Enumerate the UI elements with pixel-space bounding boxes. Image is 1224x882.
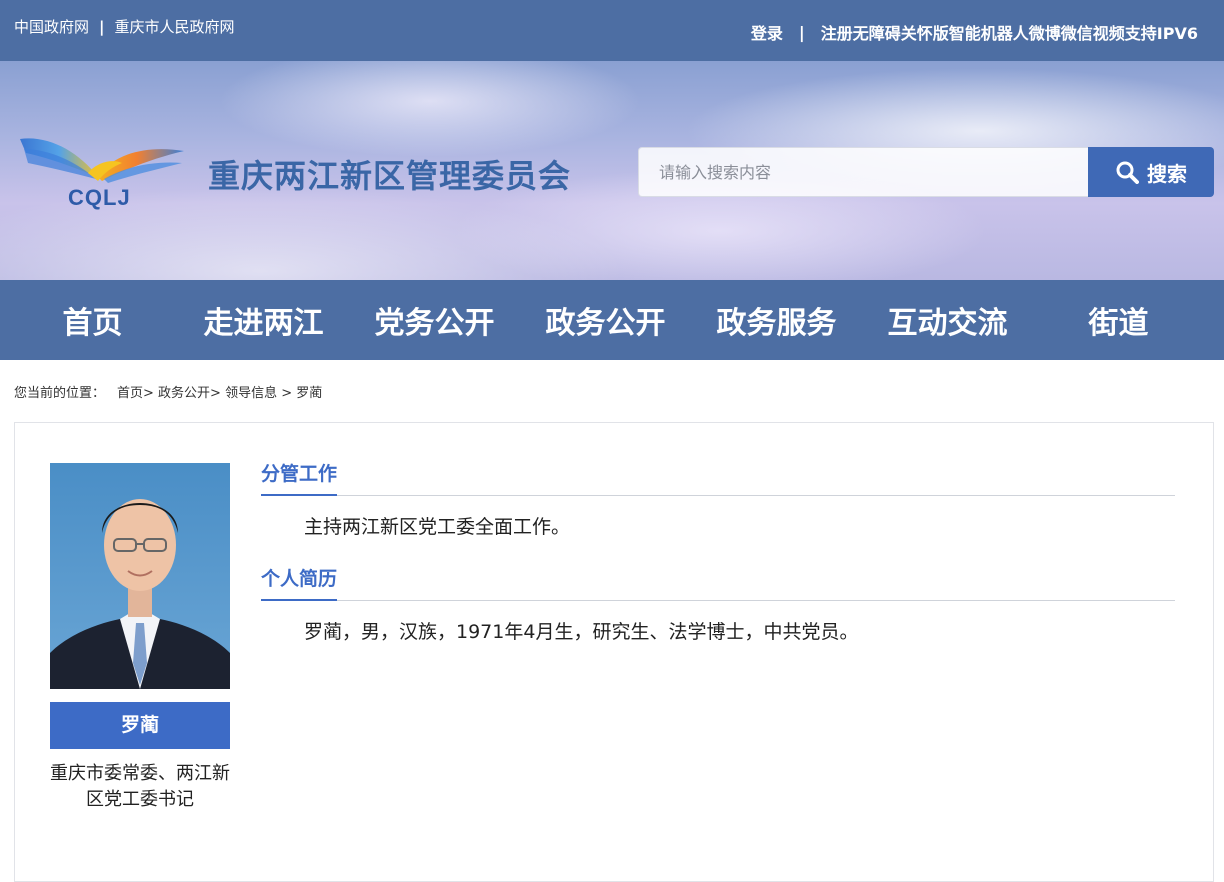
link-china-gov[interactable]: 中国政府网 bbox=[14, 16, 89, 37]
nav-interaction[interactable]: 互动交流 bbox=[855, 298, 1026, 342]
breadcrumb-path[interactable]: 首页> 政务公开> 领导信息 > 罗蔺 bbox=[117, 382, 322, 401]
accessibility-link[interactable]: 无障碍 bbox=[853, 20, 901, 44]
nav-streets[interactable]: 街道 bbox=[1026, 298, 1197, 342]
section-heading: 分管工作 bbox=[261, 461, 1175, 496]
video-link[interactable]: 视频 bbox=[1093, 20, 1125, 44]
section-heading-text: 分管工作 bbox=[261, 461, 338, 496]
search-bar: 搜索 bbox=[638, 147, 1214, 197]
weibo-link[interactable]: 微博 bbox=[1029, 20, 1061, 44]
nav-home[interactable]: 首页 bbox=[0, 298, 171, 342]
section-body: 罗蔺，男，汉族，1971年4月生，研究生、法学博士，中共党员。 bbox=[304, 621, 859, 643]
section-responsibilities: 分管工作 主持两江新区党工委全面工作。 bbox=[261, 461, 1175, 539]
leader-name: 罗蔺 bbox=[50, 702, 230, 749]
separator: | bbox=[99, 17, 105, 36]
top-links-right: 登录 | 注册 无障碍 关怀版 智能机器人 微博 微信 视频 支持IPV6 bbox=[751, 20, 1198, 44]
care-mode-link[interactable]: 关怀版 bbox=[901, 20, 949, 44]
link-chongqing-gov[interactable]: 重庆市人民政府网 bbox=[115, 16, 235, 37]
robot-link[interactable]: 智能机器人 bbox=[949, 20, 1029, 44]
portrait-image bbox=[50, 499, 230, 689]
search-icon bbox=[1116, 161, 1139, 184]
breadcrumb: 您当前的位置： 首页> 政务公开> 领导信息 > 罗蔺 bbox=[14, 382, 322, 401]
register-link[interactable]: 注册 bbox=[821, 20, 853, 44]
nav-government-affairs[interactable]: 政务公开 bbox=[513, 298, 684, 342]
main-nav: 首页 走进两江 党务公开 政务公开 政务服务 互动交流 街道 bbox=[0, 280, 1224, 360]
header-banner: CQLJ 重庆两江新区管理委员会 搜索 bbox=[0, 61, 1224, 280]
section-body: 主持两江新区党工委全面工作。 bbox=[304, 516, 571, 538]
login-link[interactable]: 登录 bbox=[751, 20, 783, 44]
section-heading-text: 个人简历 bbox=[261, 566, 338, 601]
search-button-label: 搜索 bbox=[1147, 161, 1187, 186]
search-input[interactable] bbox=[638, 147, 1088, 197]
breadcrumb-label: 您当前的位置： bbox=[14, 386, 106, 401]
top-utility-bar: 中国政府网 | 重庆市人民政府网 登录 | 注册 无障碍 关怀版 智能机器人 微… bbox=[0, 0, 1224, 61]
wechat-link[interactable]: 微信 bbox=[1061, 20, 1093, 44]
site-title: 重庆两江新区管理委员会 bbox=[208, 157, 572, 195]
logo-text: CQLJ bbox=[68, 185, 131, 210]
nav-government-services[interactable]: 政务服务 bbox=[684, 298, 855, 342]
nav-about[interactable]: 走进两江 bbox=[171, 298, 342, 342]
search-button[interactable]: 搜索 bbox=[1088, 147, 1214, 197]
section-biography: 个人简历 罗蔺，男，汉族，1971年4月生，研究生、法学博士，中共党员。 bbox=[261, 566, 1175, 644]
leader-profile-panel: 罗蔺 重庆市委常委、两江新区党工委书记 分管工作 主持两江新区党工委全面工作。 … bbox=[14, 422, 1214, 882]
ipv6-link[interactable]: 支持IPV6 bbox=[1125, 20, 1198, 44]
top-links-left: 中国政府网 | 重庆市人民政府网 bbox=[14, 16, 235, 37]
separator: | bbox=[798, 22, 805, 42]
wings-logo-icon bbox=[20, 138, 184, 183]
nav-party-affairs[interactable]: 党务公开 bbox=[342, 298, 513, 342]
site-logo[interactable]: CQLJ bbox=[18, 133, 186, 213]
leader-title: 重庆市委常委、两江新区党工委书记 bbox=[50, 763, 230, 810]
section-heading: 个人简历 bbox=[261, 566, 1175, 601]
leader-photo bbox=[50, 463, 230, 689]
